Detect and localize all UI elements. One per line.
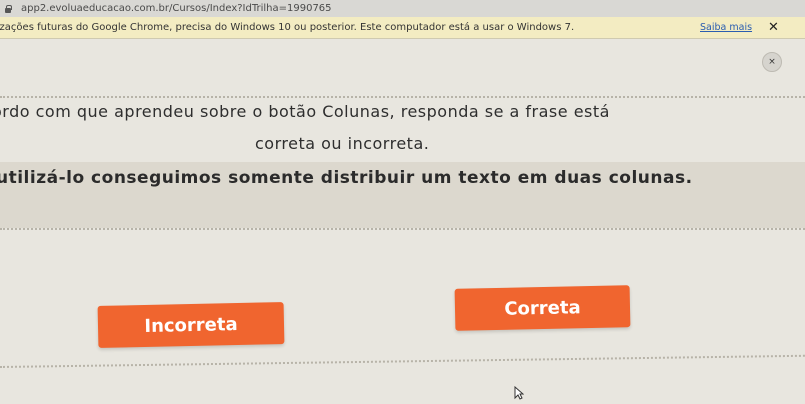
chrome-update-infobar: lizações futuras do Google Chrome, preci… <box>0 17 805 39</box>
divider-top <box>0 96 805 98</box>
mouse-cursor-icon <box>514 386 524 400</box>
infobar-message: lizações futuras do Google Chrome, preci… <box>0 22 575 33</box>
url-text[interactable]: app2.evoluaeducacao.com.br/Cursos/Index?… <box>21 3 332 14</box>
learn-more-link[interactable]: Saiba mais <box>700 22 752 33</box>
divider-middle <box>0 228 805 230</box>
statement-text: utilizá-lo conseguimos somente distribui… <box>0 168 693 188</box>
correta-button[interactable]: Correta <box>454 285 631 331</box>
incorreta-button[interactable]: Incorreta <box>97 302 285 348</box>
question-line-1: ordo com que aprendeu sobre o botão Colu… <box>0 102 610 121</box>
infobar-close-icon[interactable]: ✕ <box>768 20 779 36</box>
address-bar[interactable]: app2.evoluaeducacao.com.br/Cursos/Index?… <box>0 0 805 17</box>
dialog-close-icon[interactable]: × <box>762 52 782 72</box>
question-line-2: correta ou incorreta. <box>255 134 430 153</box>
lock-icon <box>4 4 12 13</box>
